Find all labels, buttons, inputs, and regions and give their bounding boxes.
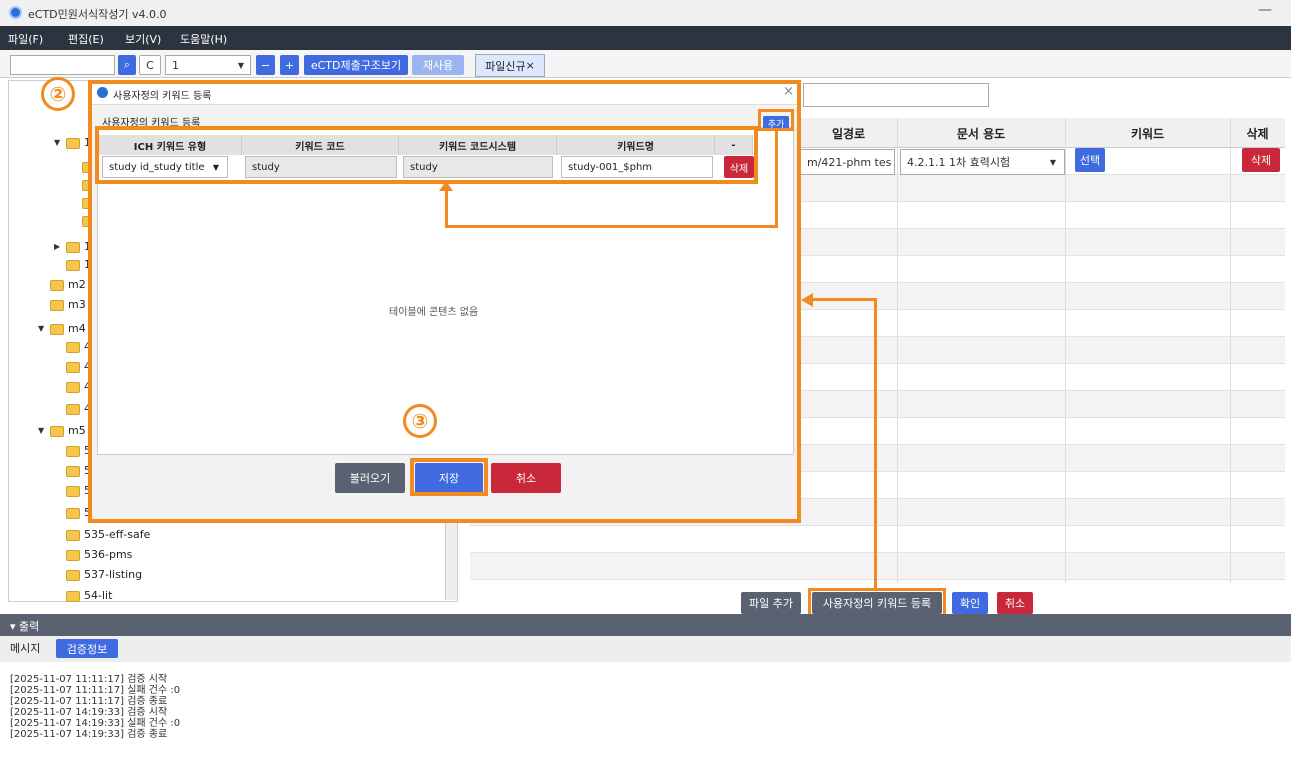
arrow-line bbox=[445, 190, 448, 228]
add-file-button[interactable]: 파일 추가 bbox=[741, 592, 801, 614]
tab-validation[interactable]: 검증정보 bbox=[56, 639, 118, 658]
tree-item-label: m2 bbox=[68, 278, 86, 291]
col-delete: 삭제 bbox=[1246, 126, 1269, 141]
tree-toggle-icon[interactable]: ▼ bbox=[54, 138, 60, 147]
tab-label: 파일신규 bbox=[485, 59, 526, 73]
tree-toggle-icon[interactable]: ▶ bbox=[54, 242, 60, 251]
col-purpose: 문서 용도 bbox=[956, 126, 1006, 141]
menu-edit[interactable]: 편집(E) bbox=[68, 31, 104, 47]
folder-icon bbox=[50, 425, 64, 437]
table-row[interactable] bbox=[470, 526, 1285, 553]
plus-button[interactable]: + bbox=[280, 55, 299, 75]
title-bar: eCTD민원서식작성기 v4.0.0 — bbox=[0, 0, 1291, 26]
folder-icon bbox=[66, 549, 80, 561]
step-2-marker: ② bbox=[41, 77, 75, 111]
app-icon bbox=[9, 6, 22, 19]
grid-divider bbox=[897, 118, 898, 583]
folder-icon bbox=[66, 590, 80, 602]
folder-icon bbox=[66, 341, 80, 353]
folder-icon bbox=[66, 259, 80, 271]
tree-item[interactable]: 537-listing bbox=[66, 568, 142, 581]
folder-icon bbox=[66, 445, 80, 457]
tree-item-label: 537-listing bbox=[84, 568, 143, 581]
folder-icon bbox=[66, 241, 80, 253]
step-3-marker: ③ bbox=[403, 404, 437, 438]
arrow-head-up bbox=[439, 181, 453, 191]
tab-new-file[interactable]: 파일신규 × bbox=[475, 54, 545, 77]
output-title: ▾ 출력 bbox=[10, 620, 40, 633]
page-select[interactable]: 1 ▼ bbox=[165, 55, 251, 75]
chevron-down-icon: ▼ bbox=[1049, 157, 1056, 167]
arrow-line bbox=[775, 131, 778, 228]
menu-file[interactable]: 파일(F) bbox=[8, 31, 43, 47]
tree-item-label: m4 bbox=[68, 322, 86, 335]
highlight-save-button bbox=[410, 458, 488, 496]
folder-icon bbox=[66, 137, 80, 149]
tree-item[interactable]: 536-pms bbox=[66, 548, 132, 561]
row-delete-button[interactable]: 삭제 bbox=[1242, 148, 1280, 172]
minus-button[interactable]: − bbox=[256, 55, 275, 75]
filter-input[interactable] bbox=[803, 83, 989, 107]
folder-icon bbox=[66, 381, 80, 393]
grid-divider bbox=[1065, 118, 1066, 583]
tree-item[interactable]: m3 bbox=[50, 298, 86, 311]
col-keyword: 키워드 bbox=[1130, 126, 1165, 141]
structure-view-button[interactable]: eCTD제출구조보기 bbox=[304, 55, 408, 75]
tree-toggle-icon[interactable]: ▼ bbox=[38, 324, 44, 333]
folder-icon bbox=[66, 569, 80, 581]
log-line: [2025-11-07 14:19:33] 검증 종료 bbox=[10, 729, 168, 740]
purpose-select[interactable]: 4.2.1.1 1차 효력시험 ▼ bbox=[900, 149, 1065, 175]
tree-item-label: 535-eff-safe bbox=[84, 528, 151, 541]
folder-icon bbox=[66, 529, 80, 541]
tree-item[interactable]: m5 bbox=[50, 424, 86, 437]
close-icon[interactable]: × bbox=[526, 59, 535, 72]
folder-icon bbox=[66, 485, 80, 497]
folder-icon bbox=[50, 279, 64, 291]
cancel-button[interactable]: 취소 bbox=[997, 592, 1033, 614]
minimize-button[interactable]: — bbox=[1258, 2, 1272, 18]
folder-icon bbox=[50, 299, 64, 311]
grid-divider bbox=[1230, 118, 1231, 583]
table-row[interactable] bbox=[470, 553, 1285, 580]
keyword-select-button[interactable]: 선택 bbox=[1075, 148, 1105, 172]
folder-icon bbox=[66, 507, 80, 519]
arrow-line bbox=[874, 298, 877, 590]
col-path: 일경로 bbox=[831, 126, 866, 141]
folder-icon bbox=[66, 403, 80, 415]
page-value: 1 bbox=[172, 58, 179, 72]
tree-item[interactable]: m4 bbox=[50, 322, 86, 335]
arrow-line bbox=[445, 225, 778, 228]
menu-view[interactable]: 보기(V) bbox=[125, 31, 161, 47]
tree-item[interactable]: 535-eff-safe bbox=[66, 528, 150, 541]
folder-icon bbox=[50, 323, 64, 335]
chevron-down-icon: ▼ bbox=[237, 60, 244, 70]
reuse-button[interactable]: 재사용 bbox=[412, 55, 464, 75]
arrow-head-left bbox=[801, 293, 813, 307]
arrow-line bbox=[812, 298, 877, 301]
refresh-icon[interactable]: C bbox=[139, 55, 161, 75]
row-path-cell[interactable]: m/421-phm tes bbox=[800, 149, 895, 175]
menu-help[interactable]: 도움말(H) bbox=[180, 31, 227, 47]
highlight-keyword-row bbox=[95, 126, 758, 184]
highlight-add-button bbox=[758, 109, 794, 131]
folder-icon bbox=[66, 361, 80, 373]
tree-toggle-icon[interactable]: ▼ bbox=[38, 426, 44, 435]
search-input[interactable] bbox=[10, 55, 115, 75]
app-title: eCTD민원서식작성기 v4.0.0 bbox=[28, 8, 167, 21]
tree-item-label: m3 bbox=[68, 298, 86, 311]
tree-item[interactable]: m2 bbox=[50, 278, 86, 291]
search-icon[interactable]: ⌕ bbox=[118, 55, 136, 75]
tree-item-label: 536-pms bbox=[84, 548, 133, 561]
output-tabs: 메시지 검증정보 bbox=[0, 636, 1291, 662]
tree-item[interactable]: 54-lit bbox=[66, 589, 112, 602]
confirm-button[interactable]: 확인 bbox=[952, 592, 988, 614]
tab-message[interactable]: 메시지 bbox=[10, 640, 40, 656]
menu-bar: 파일(F) 편집(E) 보기(V) 도움말(H) bbox=[0, 26, 1291, 50]
purpose-value: 4.2.1.1 1차 효력시험 bbox=[907, 156, 1011, 169]
folder-icon bbox=[66, 465, 80, 477]
output-header[interactable]: ▾ 출력 bbox=[0, 614, 1291, 636]
tree-item-label: m5 bbox=[68, 424, 86, 437]
tree-item-label: 54-lit bbox=[84, 589, 113, 602]
